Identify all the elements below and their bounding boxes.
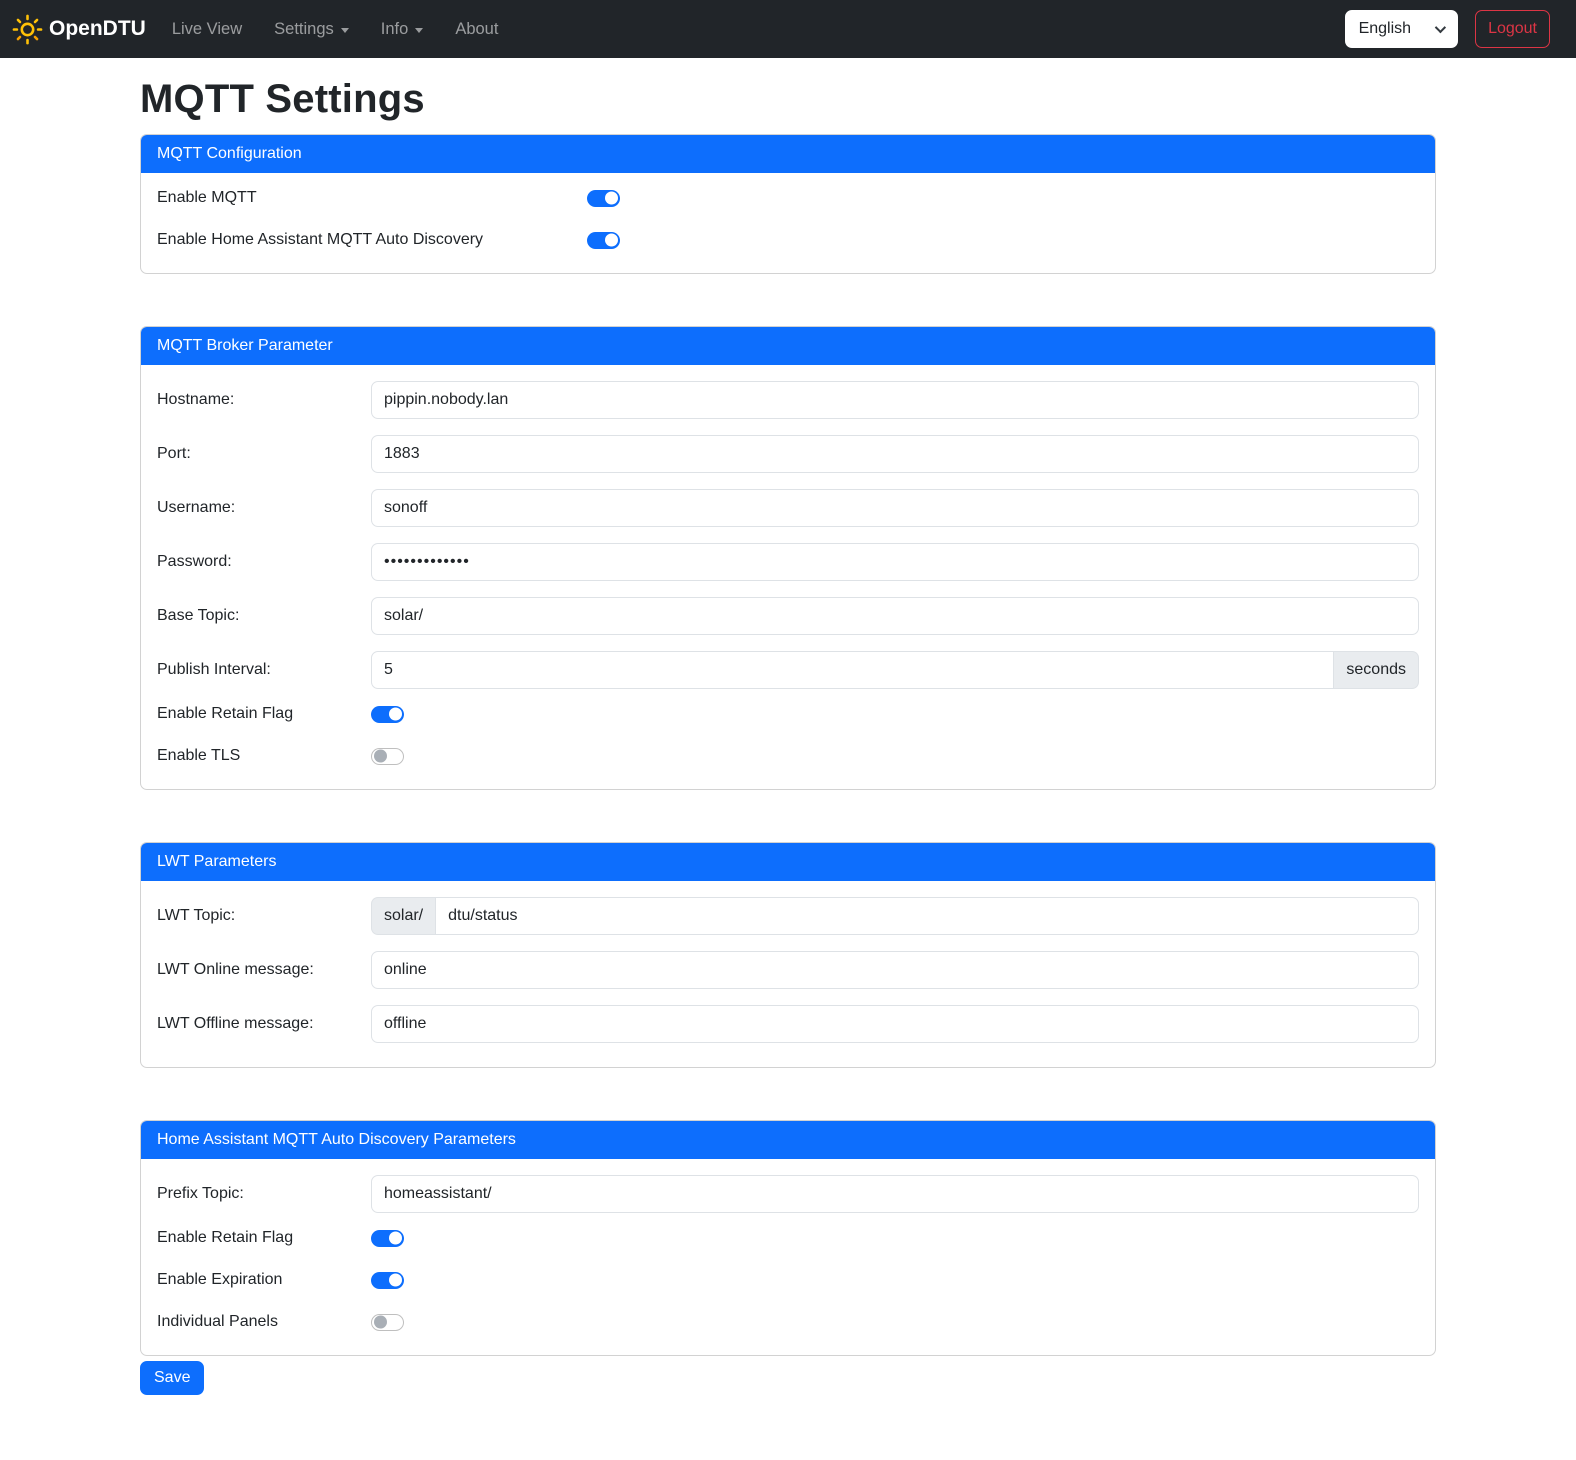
tls-label: Enable TLS [157, 747, 371, 765]
tls-toggle[interactable] [371, 748, 404, 765]
publish-interval-row: Publish Interval: seconds [157, 651, 1419, 689]
logout-button[interactable]: Logout [1475, 10, 1550, 48]
lwt-online-input[interactable] [371, 951, 1419, 989]
chevron-down-icon [415, 28, 423, 33]
chevron-down-icon [1435, 22, 1446, 33]
expiration-label: Enable Expiration [157, 1271, 371, 1289]
nav-item-settings[interactable]: Settings [266, 12, 357, 47]
nav-item-info[interactable]: Info [373, 12, 432, 47]
nav-item-live-view-label: Live View [172, 20, 242, 39]
save-button[interactable]: Save [140, 1361, 204, 1395]
retain-flag-row: Enable Retain Flag [157, 705, 1419, 723]
mqtt-broker-card: MQTT Broker Parameter Hostname: Port: Us… [140, 326, 1436, 790]
ha-discovery-header: Home Assistant MQTT Auto Discovery Param… [141, 1121, 1435, 1159]
base-topic-input[interactable] [371, 597, 1419, 635]
sun-icon [12, 14, 43, 45]
enable-ha-discovery-label: Enable Home Assistant MQTT Auto Discover… [157, 231, 587, 249]
ha-retain-flag-label: Enable Retain Flag [157, 1229, 371, 1247]
ha-retain-flag-row: Enable Retain Flag [157, 1229, 1419, 1247]
lwt-parameters-header: LWT Parameters [141, 843, 1435, 881]
brand[interactable]: OpenDTU [12, 14, 146, 45]
port-label: Port: [157, 445, 371, 463]
language-select[interactable]: English [1345, 10, 1458, 48]
nav-item-settings-label: Settings [274, 20, 334, 39]
top-navbar: OpenDTU Live View Settings Info About En… [0, 0, 1576, 58]
lwt-offline-row: LWT Offline message: [157, 1005, 1419, 1043]
username-row: Username: [157, 489, 1419, 527]
prefix-topic-input[interactable] [371, 1175, 1419, 1213]
enable-ha-discovery-toggle[interactable] [587, 232, 620, 249]
retain-flag-toggle[interactable] [371, 706, 404, 723]
individual-panels-label: Individual Panels [157, 1313, 371, 1331]
publish-interval-unit: seconds [1334, 651, 1419, 689]
enable-mqtt-row: Enable MQTT [157, 189, 1419, 207]
expiration-row: Enable Expiration [157, 1271, 1419, 1289]
port-input[interactable] [371, 435, 1419, 473]
port-row: Port: [157, 435, 1419, 473]
main-container: MQTT Settings MQTT Configuration Enable … [140, 75, 1436, 1419]
base-topic-label: Base Topic: [157, 607, 371, 625]
password-label: Password: [157, 553, 371, 571]
lwt-topic-row: LWT Topic: solar/ [157, 897, 1419, 935]
hostname-label: Hostname: [157, 391, 371, 409]
mqtt-configuration-card: MQTT Configuration Enable MQTT Enable Ho… [140, 134, 1436, 274]
page-title: MQTT Settings [140, 75, 1436, 123]
nav-item-info-label: Info [381, 20, 409, 39]
ha-retain-flag-toggle[interactable] [371, 1230, 404, 1247]
expiration-toggle[interactable] [371, 1272, 404, 1289]
hostname-row: Hostname: [157, 381, 1419, 419]
prefix-topic-label: Prefix Topic: [157, 1185, 371, 1203]
password-input[interactable] [371, 543, 1419, 581]
lwt-online-row: LWT Online message: [157, 951, 1419, 989]
chevron-down-icon [341, 28, 349, 33]
password-row: Password: [157, 543, 1419, 581]
mqtt-broker-header: MQTT Broker Parameter [141, 327, 1435, 365]
navbar-right: English Logout [1345, 10, 1550, 48]
ha-discovery-card: Home Assistant MQTT Auto Discovery Param… [140, 1120, 1436, 1356]
publish-interval-label: Publish Interval: [157, 661, 371, 679]
brand-label: OpenDTU [49, 17, 146, 41]
username-input[interactable] [371, 489, 1419, 527]
nav-item-live-view[interactable]: Live View [164, 12, 250, 47]
lwt-topic-prefix: solar/ [371, 897, 435, 935]
mqtt-configuration-header: MQTT Configuration [141, 135, 1435, 173]
enable-ha-discovery-row: Enable Home Assistant MQTT Auto Discover… [157, 231, 1419, 249]
lwt-offline-input[interactable] [371, 1005, 1419, 1043]
lwt-parameters-card: LWT Parameters LWT Topic: solar/ LWT Onl… [140, 842, 1436, 1068]
publish-interval-input[interactable] [371, 651, 1334, 689]
username-label: Username: [157, 499, 371, 517]
language-select-value: English [1359, 20, 1411, 38]
nav-menu: Live View Settings Info About [164, 12, 1345, 47]
lwt-online-label: LWT Online message: [157, 961, 371, 979]
enable-mqtt-toggle[interactable] [587, 190, 620, 207]
lwt-topic-label: LWT Topic: [157, 907, 371, 925]
enable-mqtt-label: Enable MQTT [157, 189, 587, 207]
individual-panels-toggle[interactable] [371, 1314, 404, 1331]
base-topic-row: Base Topic: [157, 597, 1419, 635]
lwt-offline-label: LWT Offline message: [157, 1015, 371, 1033]
lwt-topic-input[interactable] [435, 897, 1419, 935]
tls-row: Enable TLS [157, 747, 1419, 765]
prefix-topic-row: Prefix Topic: [157, 1175, 1419, 1213]
nav-item-about-label: About [455, 20, 498, 39]
individual-panels-row: Individual Panels [157, 1313, 1419, 1331]
nav-item-about[interactable]: About [447, 12, 506, 47]
retain-flag-label: Enable Retain Flag [157, 705, 371, 723]
hostname-input[interactable] [371, 381, 1419, 419]
